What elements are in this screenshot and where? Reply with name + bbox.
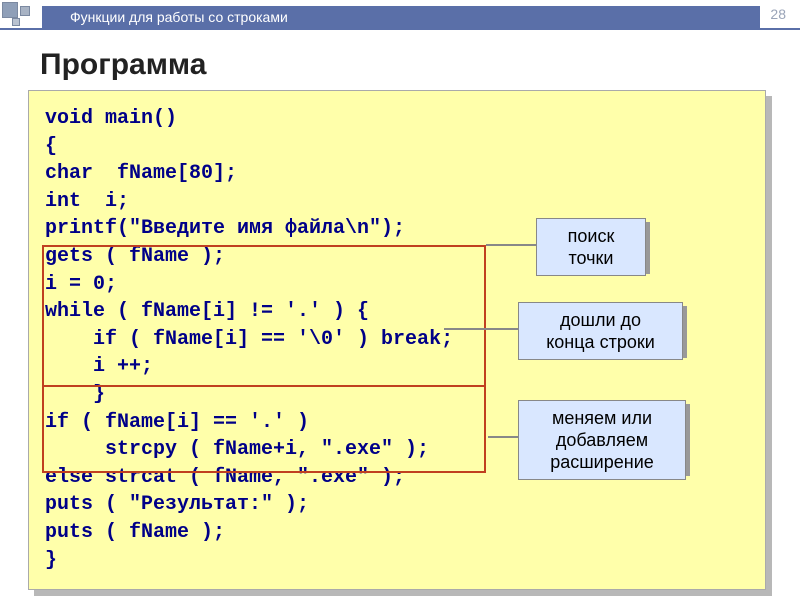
slide-header: Функции для работы со строками 28: [0, 0, 800, 30]
callout-search-dot: поиск точки: [536, 218, 646, 276]
header-bar: Функции для работы со строками: [42, 6, 760, 28]
callout-line: поиск: [551, 225, 631, 247]
code-line: char fName[80];: [45, 160, 749, 188]
code-line: puts ( fName );: [45, 519, 749, 547]
callout-line: дошли до: [533, 309, 668, 331]
connector-line: [486, 244, 536, 246]
code-line: puts ( "Результат:" );: [45, 491, 749, 519]
callout-end-of-string: дошли до конца строки: [518, 302, 683, 360]
page-title: Программа: [40, 48, 800, 82]
code-line: void main(): [45, 105, 749, 133]
callout-line: расширение: [533, 451, 671, 473]
code-area: void main() { char fName[80]; int i; pri…: [28, 90, 768, 590]
code-line: {: [45, 133, 749, 161]
callout-line: меняем или: [533, 407, 671, 429]
callout-line: конца строки: [533, 331, 668, 353]
callout-line: точки: [551, 247, 631, 269]
code-line: }: [45, 547, 749, 575]
callout-line: добавляем: [533, 429, 671, 451]
code-line: int i;: [45, 188, 749, 216]
callout-change-extension: меняем или добавляем расширение: [518, 400, 686, 480]
page-number: 28: [770, 6, 786, 22]
connector-line: [444, 328, 518, 330]
breadcrumb: Функции для работы со строками: [70, 9, 288, 25]
connector-line: [488, 436, 518, 438]
